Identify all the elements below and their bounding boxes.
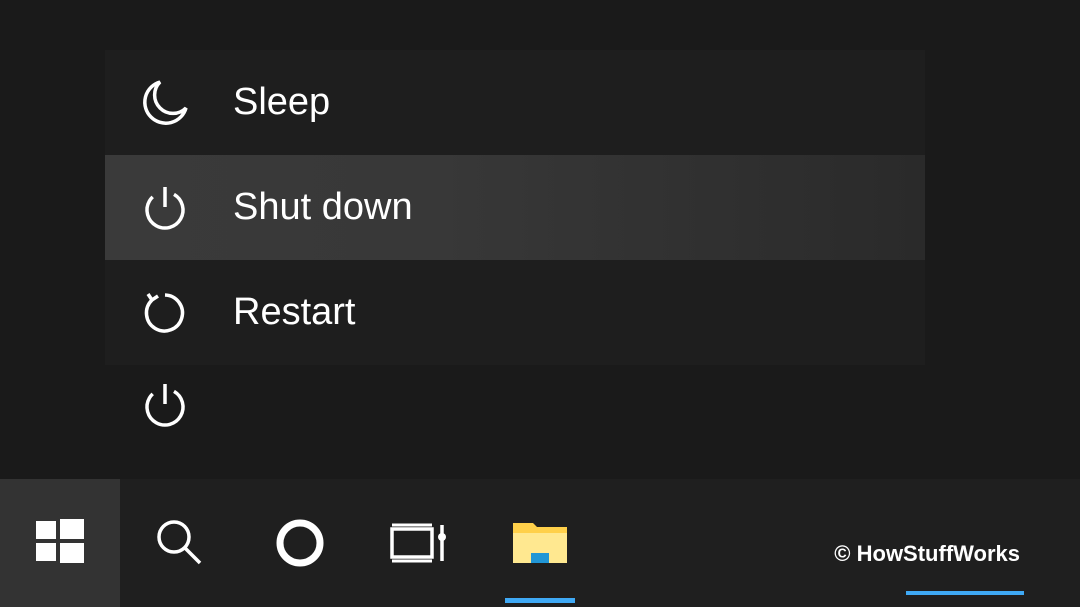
power-menu-label: Shut down [233,186,413,229]
sidebar-power-button[interactable] [135,375,195,435]
attribution-underline [906,591,1024,595]
power-icon [135,183,195,233]
power-icon [140,380,190,430]
power-menu-item-shutdown[interactable]: Shut down [105,155,925,260]
search-icon [152,515,208,571]
taskbar-taskview-button[interactable] [360,479,480,607]
attribution-text: © HowStuffWorks [834,541,1020,567]
taskbar-cortana-button[interactable] [240,479,360,607]
file-explorer-icon [511,519,569,567]
taskbar-search-button[interactable] [120,479,240,607]
restart-icon [135,288,195,338]
task-view-icon [388,515,452,571]
power-menu-item-sleep[interactable]: Sleep [105,50,925,155]
moon-icon [135,78,195,128]
windows-logo-icon [30,513,90,573]
power-menu-label: Restart [233,291,355,334]
taskbar-start-button[interactable] [0,479,120,607]
cortana-icon [272,515,328,571]
taskbar-active-indicator [505,598,575,603]
power-menu-label: Sleep [233,81,330,124]
power-menu: Sleep Shut down Restart [105,50,925,365]
taskbar-file-explorer-button[interactable] [480,479,600,607]
power-menu-item-restart[interactable]: Restart [105,260,925,365]
